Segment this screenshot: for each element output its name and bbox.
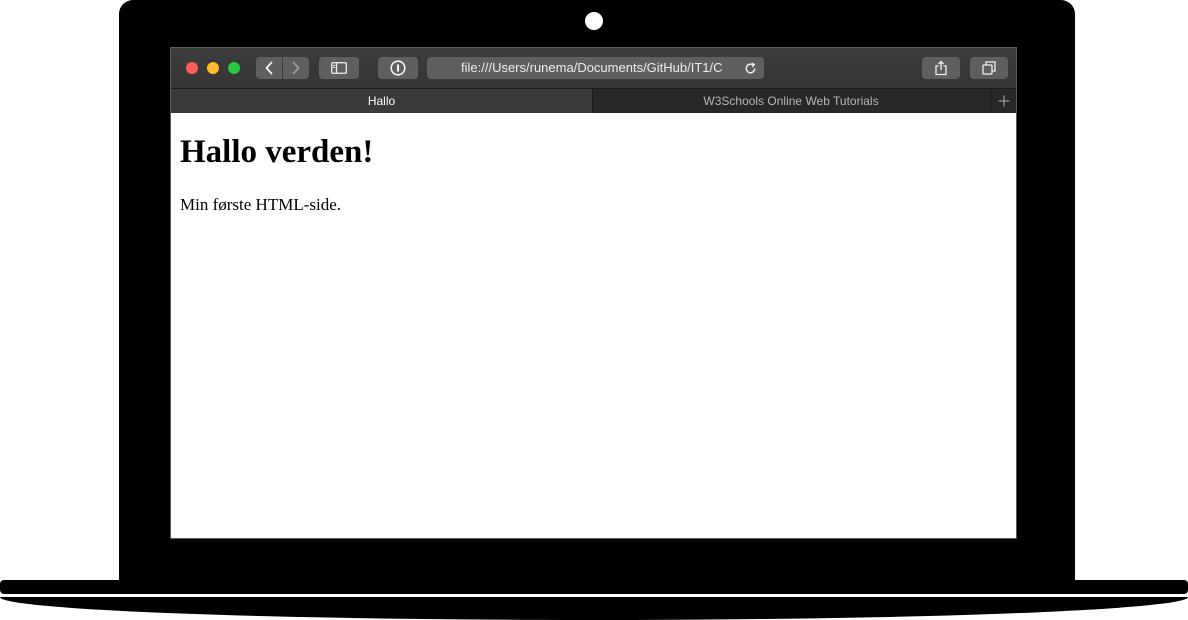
address-bar[interactable]: file:///Users/runema/Documents/GitHub/IT… [427,57,764,79]
reload-icon [745,61,755,73]
address-url[interactable]: file:///Users/runema/Documents/GitHub/IT… [461,57,731,79]
minimize-window-button[interactable] [207,62,219,74]
page-paragraph: Min første HTML-side. [180,195,342,214]
laptop-base [0,580,1188,594]
sidebar-icon [331,62,347,74]
tab-hallo[interactable]: Hallo [171,89,593,113]
chevron-right-icon [292,61,300,75]
page-heading: Hallo verden! [180,134,374,170]
sidebar-toggle-button[interactable] [319,57,359,79]
share-icon [935,60,947,76]
forward-button[interactable] [283,57,309,79]
tab-overview-button[interactable] [970,57,1008,79]
share-button[interactable] [922,57,960,79]
tab-w3schools[interactable]: W3Schools Online Web Tutorials [593,89,989,113]
tab-overview-icon [982,61,996,75]
reload-button[interactable] [742,57,758,79]
new-tab-button[interactable] [990,89,1016,113]
zoom-window-button[interactable] [228,62,240,74]
close-window-button[interactable] [186,62,198,74]
plus-icon [998,95,1009,107]
password-manager-button[interactable] [378,57,418,79]
page-content: Hallo verden! Min første HTML-side. [171,113,1016,538]
tab-bar: Hallo W3Schools Online Web Tutorials [171,88,1016,113]
camera [585,12,603,30]
laptop-base-bottom [0,597,1188,620]
back-button[interactable] [256,57,282,79]
browser-toolbar: file:///Users/runema/Documents/GitHub/IT… [171,48,1016,88]
browser-window: file:///Users/runema/Documents/GitHub/IT… [170,47,1017,539]
1password-icon [390,60,406,76]
chevron-left-icon [265,61,273,75]
